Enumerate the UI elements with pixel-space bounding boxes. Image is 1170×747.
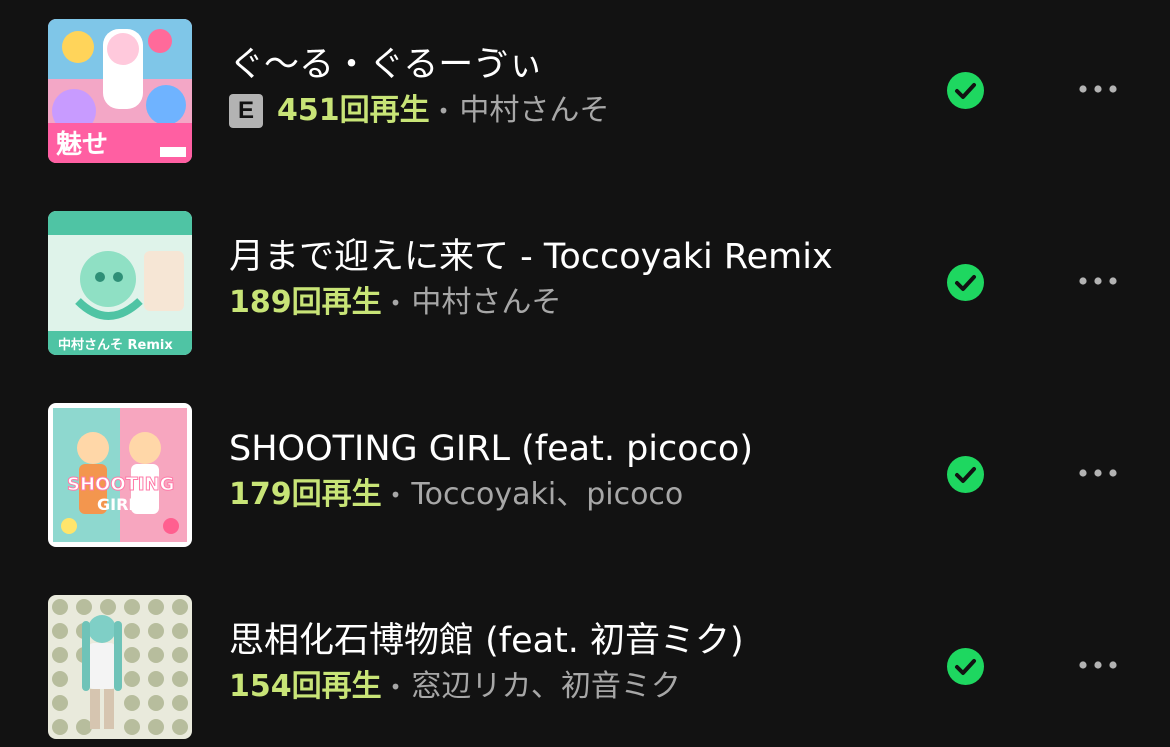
downloaded-check-icon [947, 264, 984, 301]
track-title: ぐ〜る・ぐるーゔぃ [229, 45, 544, 85]
track-meta: 154回再生 • 窓辺リカ、初音ミク [229, 669, 681, 705]
separator-dot: • [389, 483, 402, 507]
separator-dot: • [389, 291, 402, 315]
play-count: 154回再生 [229, 669, 382, 704]
artist-name[interactable]: 中村さんそ [411, 285, 561, 321]
downloaded-check-icon [947, 456, 984, 493]
separator-dot: • [389, 675, 402, 699]
track-title: SHOOTING GIRL (feat. picoco) [229, 429, 753, 469]
track-meta: 179回再生 • Toccoyaki、picoco [229, 477, 683, 513]
svg-text:魅せ: 魅せ [56, 129, 108, 160]
track-meta: 189回再生 • 中村さんそ [229, 285, 561, 321]
track-row[interactable]: 魅せ ぐ〜る・ぐるーゔぃ E 451回再生 • 中村さんそ [0, 19, 1170, 163]
downloaded-check-icon [947, 648, 984, 685]
svg-text:SHOOTING: SHOOTING [67, 474, 174, 495]
album-cover: 中村さんそ Remix [48, 211, 192, 355]
track-row[interactable]: 中村さんそ Remix 月まで迎えに来て - Toccoyaki Remix 1… [0, 211, 1170, 355]
play-count: 451回再生 [277, 93, 430, 128]
album-cover [48, 595, 192, 739]
artist-name[interactable]: Toccoyaki、picoco [411, 477, 683, 513]
more-options-icon[interactable] [1072, 69, 1124, 109]
artist-name[interactable]: 中村さんそ [459, 93, 609, 129]
more-options-icon[interactable] [1072, 645, 1124, 685]
svg-text:GIRL: GIRL [97, 495, 139, 514]
play-count: 179回再生 [229, 477, 382, 512]
play-count: 189回再生 [229, 285, 382, 320]
album-cover: 魅せ [48, 19, 192, 163]
more-options-icon[interactable] [1072, 261, 1124, 301]
downloaded-check-icon [947, 72, 984, 109]
track-title: 思相化石博物館 (feat. 初音ミク) [229, 621, 744, 661]
more-options-icon[interactable] [1072, 453, 1124, 493]
album-cover: SHOOTING GIRL [48, 403, 192, 547]
svg-text:中村さんそ Remix: 中村さんそ Remix [58, 337, 173, 353]
track-meta: E 451回再生 • 中村さんそ [229, 93, 609, 129]
track-row[interactable]: SHOOTING GIRL SHOOTING GIRL (feat. picoc… [0, 403, 1170, 547]
track-title: 月まで迎えに来て - Toccoyaki Remix [229, 237, 833, 277]
explicit-badge: E [229, 94, 263, 128]
track-row[interactable]: 思相化石博物館 (feat. 初音ミク) 154回再生 • 窓辺リカ、初音ミク [0, 595, 1170, 739]
separator-dot: • [437, 99, 450, 123]
track-list: 魅せ ぐ〜る・ぐるーゔぃ E 451回再生 • 中村さんそ 中村さんそ Remi… [0, 0, 1170, 747]
artist-name[interactable]: 窓辺リカ、初音ミク [411, 669, 680, 705]
